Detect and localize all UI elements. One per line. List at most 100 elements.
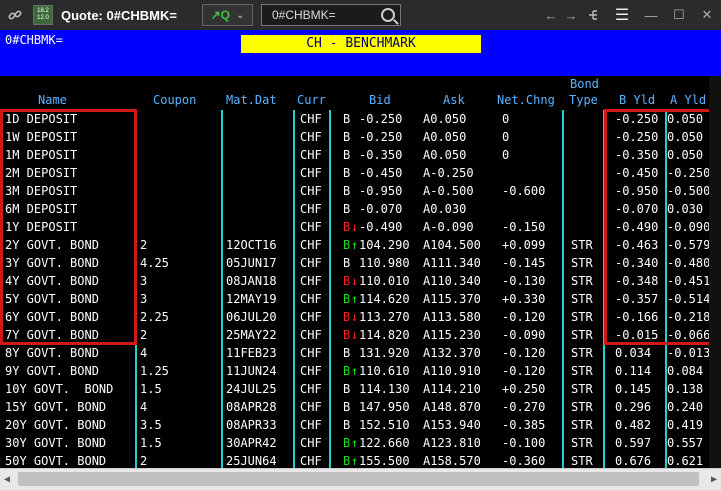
- cell-bid: 110.610: [359, 364, 410, 378]
- cell-bid-prefix: B: [343, 310, 351, 324]
- page-header: 0#CHBMK= CH - BENCHMARK: [0, 30, 721, 76]
- cell-bondtype: STR: [571, 364, 593, 378]
- cell-ayld: -0.013: [667, 346, 711, 360]
- cell-ask: A153.940: [423, 418, 481, 432]
- cell-bondtype: STR: [571, 436, 593, 450]
- cell-netchng: 0: [502, 130, 510, 144]
- cell-bid-prefix: B: [343, 292, 351, 306]
- q-button-label: Q: [220, 8, 230, 22]
- search-value: 0#CHBMK=: [272, 8, 336, 22]
- vertical-scrollbar[interactable]: [709, 76, 721, 468]
- scrollbar-thumb[interactable]: [18, 472, 699, 486]
- cell-bid-prefix: B: [343, 418, 351, 432]
- cell-maturity: 11JUN24: [226, 364, 277, 378]
- cell-netchng: +0.330: [502, 292, 546, 306]
- cell-maturity: 11FEB23: [226, 346, 277, 360]
- tick-down-icon: ↓: [351, 328, 359, 342]
- cell-ayld: 0.240: [667, 400, 704, 414]
- cell-maturity: 06JUL20: [226, 310, 277, 324]
- cell-currency: CHF: [300, 346, 322, 360]
- tick-up-icon: ↑: [351, 238, 359, 252]
- cell-currency: CHF: [300, 184, 322, 198]
- scroll-right-icon[interactable]: ▶: [711, 474, 717, 485]
- cell-bid-prefix: B: [343, 238, 351, 252]
- cell-name: 15Y GOVT. BOND: [5, 400, 107, 414]
- cell-byld: 0.296: [615, 400, 652, 414]
- minimize-icon[interactable]: —: [637, 0, 665, 30]
- maximize-icon[interactable]: ☐: [665, 0, 693, 30]
- window-controls: ← → ☰ — ☐ ✕: [541, 0, 721, 30]
- tree-icon[interactable]: [581, 0, 607, 30]
- column-header-coupon[interactable]: Coupon: [153, 93, 196, 107]
- cell-bid: -0.250: [359, 112, 403, 126]
- cell-maturity: 30APR42: [226, 436, 277, 450]
- horizontal-scrollbar[interactable]: ◀ ▶: [0, 468, 721, 490]
- cell-bid-prefix: B: [343, 364, 351, 378]
- cell-currency: CHF: [300, 202, 322, 216]
- cell-bondtype: STR: [571, 256, 593, 270]
- cell-netchng: -0.090: [502, 328, 546, 342]
- cell-bondtype: STR: [571, 292, 593, 306]
- cell-maturity: 25MAY22: [226, 328, 277, 342]
- arrow-left-icon[interactable]: ←: [541, 0, 561, 30]
- column-header-matdat[interactable]: Mat.Dat: [226, 93, 277, 107]
- cell-bid: 113.270: [359, 310, 410, 324]
- arrow-right-icon[interactable]: →: [561, 0, 581, 30]
- cell-bondtype: STR: [571, 346, 593, 360]
- close-icon[interactable]: ✕: [693, 0, 721, 30]
- cell-bid: -0.070: [359, 202, 403, 216]
- cell-bid: 110.980: [359, 256, 410, 270]
- cell-bid: 114.820: [359, 328, 410, 342]
- cell-netchng: +0.250: [502, 382, 546, 396]
- cell-bid-prefix: B: [343, 382, 351, 396]
- cell-currency: CHF: [300, 364, 322, 378]
- column-headers: Name Coupon Mat.Dat Curr Bid Ask Net.Chn…: [0, 76, 721, 110]
- cell-bid-prefix: B: [343, 184, 351, 198]
- cell-coupon: 4.25: [140, 256, 169, 270]
- table-row[interactable]: 20Y GOVT. BOND 3.5 08APR33 CHF B 152.510 A153.…: [0, 416, 721, 434]
- cell-ask: A113.580: [423, 310, 481, 324]
- column-header-bondtype-line2[interactable]: Type: [569, 93, 598, 107]
- search-input[interactable]: 0#CHBMK=: [261, 4, 401, 26]
- cell-currency: CHF: [300, 310, 322, 324]
- scroll-left-icon[interactable]: ◀: [4, 474, 10, 485]
- cell-maturity: 08APR28: [226, 400, 277, 414]
- table-row[interactable]: 30Y GOVT. BOND 1.5 30APR42 CHF B ↑ 122.660 A123…: [0, 434, 721, 452]
- column-header-ask[interactable]: Ask: [443, 93, 465, 107]
- table-row[interactable]: 10Y GOVT. BOND 1.5 24JUL25 CHF B 114.130 A114.…: [0, 380, 721, 398]
- quote-app-button[interactable]: ↗ Q ⌄: [202, 4, 253, 26]
- table-row[interactable]: 8Y GOVT. BOND 4 11FEB23 CHF B 131.920 A132.370…: [0, 344, 721, 362]
- cell-netchng: -0.120: [502, 310, 546, 324]
- column-header-bondtype-line1[interactable]: Bond: [570, 77, 599, 91]
- table-row[interactable]: 15Y GOVT. BOND 4 08APR28 CHF B 147.950 A148.87…: [0, 398, 721, 416]
- cell-currency: CHF: [300, 148, 322, 162]
- cell-netchng: +0.099: [502, 238, 546, 252]
- column-header-name[interactable]: Name: [38, 93, 67, 107]
- cell-coupon: 4: [140, 400, 148, 414]
- column-header-ayld[interactable]: A Yld: [670, 93, 706, 107]
- cell-maturity: 05JUN17: [226, 256, 277, 270]
- search-icon[interactable]: [381, 8, 395, 22]
- cell-byld: 0.482: [615, 418, 652, 432]
- cell-currency: CHF: [300, 166, 322, 180]
- cell-ask: A0.050: [423, 112, 467, 126]
- column-header-curr[interactable]: Curr: [297, 93, 326, 107]
- cell-bid-prefix: B: [343, 148, 351, 162]
- cell-currency: CHF: [300, 256, 322, 270]
- cell-currency: CHF: [300, 238, 322, 252]
- cell-currency: CHF: [300, 328, 322, 342]
- cell-bid-prefix: B: [343, 256, 351, 270]
- link-icon[interactable]: [0, 0, 30, 30]
- cell-coupon: 3: [140, 292, 148, 306]
- column-header-netchng[interactable]: Net.Chng: [497, 93, 555, 107]
- column-header-byld[interactable]: B Yld: [619, 93, 655, 107]
- cell-bid-prefix: B: [343, 328, 351, 342]
- column-header-bid[interactable]: Bid: [369, 93, 391, 107]
- cell-ask: A111.340: [423, 256, 481, 270]
- cell-ask: A0.050: [423, 148, 467, 162]
- cell-name: 8Y GOVT. BOND: [5, 346, 99, 360]
- table-row[interactable]: 9Y GOVT. BOND 1.25 11JUN24 CHF B ↑ 110.610 A110…: [0, 362, 721, 380]
- cell-maturity: 12OCT16: [226, 238, 277, 252]
- cell-coupon: 3: [140, 274, 148, 288]
- hamburger-icon[interactable]: ☰: [607, 0, 637, 30]
